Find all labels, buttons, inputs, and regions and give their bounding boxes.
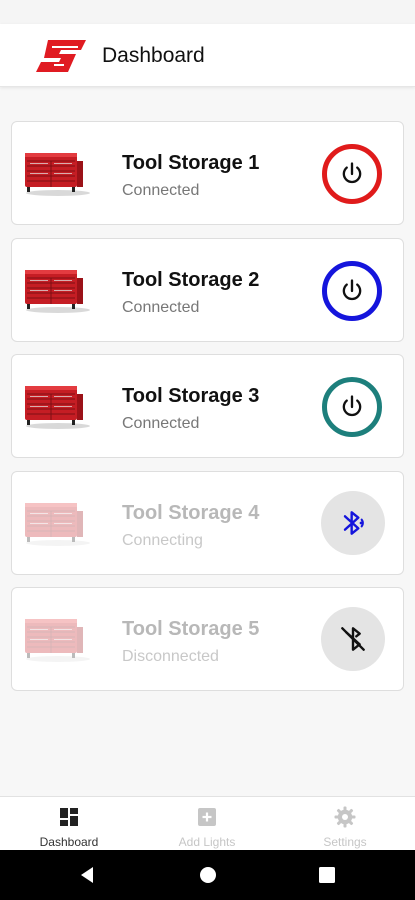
power-button[interactable] bbox=[322, 261, 382, 321]
tool-storage-image bbox=[22, 149, 90, 197]
power-icon bbox=[342, 162, 362, 184]
power-icon bbox=[342, 279, 362, 301]
tool-storage-image bbox=[22, 499, 90, 547]
back-icon[interactable] bbox=[78, 866, 96, 884]
device-status: Connected bbox=[122, 415, 200, 432]
power-icon bbox=[342, 395, 362, 417]
nav-label: Settings bbox=[323, 835, 367, 849]
bottom-navigation: Dashboard Add Lights Settings bbox=[0, 796, 415, 851]
power-button[interactable] bbox=[322, 377, 382, 437]
nav-dashboard[interactable]: Dashboard bbox=[0, 797, 138, 851]
tool-storage-image bbox=[22, 266, 90, 314]
device-card-1[interactable]: Tool Storage 1 Connected bbox=[11, 121, 404, 225]
bluetooth-disabled-icon bbox=[341, 627, 365, 651]
device-card-4[interactable]: Tool Storage 4 Connecting bbox=[11, 471, 404, 575]
tool-storage-image bbox=[22, 382, 90, 430]
nav-add-lights[interactable]: Add Lights bbox=[138, 797, 276, 851]
nav-label: Dashboard bbox=[39, 835, 99, 849]
device-name: Tool Storage 1 bbox=[122, 152, 260, 174]
device-status: Disconnected bbox=[122, 648, 219, 665]
power-button[interactable] bbox=[322, 144, 382, 204]
bluetooth-button[interactable] bbox=[321, 607, 385, 671]
device-name: Tool Storage 3 bbox=[122, 385, 260, 407]
dashboard-icon bbox=[60, 808, 78, 826]
system-navigation-bar bbox=[0, 850, 415, 900]
brand-logo-icon bbox=[36, 40, 86, 72]
status-bar bbox=[0, 0, 415, 24]
recents-icon[interactable] bbox=[319, 867, 335, 883]
gear-icon bbox=[334, 806, 356, 828]
nav-settings[interactable]: Settings bbox=[276, 797, 414, 851]
page-title: Dashboard bbox=[102, 44, 205, 67]
device-status: Connecting bbox=[122, 532, 203, 549]
nav-label: Add Lights bbox=[178, 835, 236, 849]
device-status: Connected bbox=[122, 182, 200, 199]
add-box-icon bbox=[198, 808, 216, 826]
app-bar: Dashboard bbox=[0, 24, 415, 87]
tool-storage-image bbox=[22, 615, 90, 663]
device-status: Connected bbox=[122, 299, 200, 316]
bluetooth-button[interactable] bbox=[321, 491, 385, 555]
home-icon[interactable] bbox=[199, 866, 217, 884]
device-card-5[interactable]: Tool Storage 5 Disconnected bbox=[11, 587, 404, 691]
bluetooth-searching-icon bbox=[343, 511, 364, 535]
device-card-2[interactable]: Tool Storage 2 Connected bbox=[11, 238, 404, 342]
device-name: Tool Storage 5 bbox=[122, 618, 260, 640]
device-name: Tool Storage 4 bbox=[122, 502, 260, 524]
device-name: Tool Storage 2 bbox=[122, 269, 260, 291]
device-card-3[interactable]: Tool Storage 3 Connected bbox=[11, 354, 404, 458]
